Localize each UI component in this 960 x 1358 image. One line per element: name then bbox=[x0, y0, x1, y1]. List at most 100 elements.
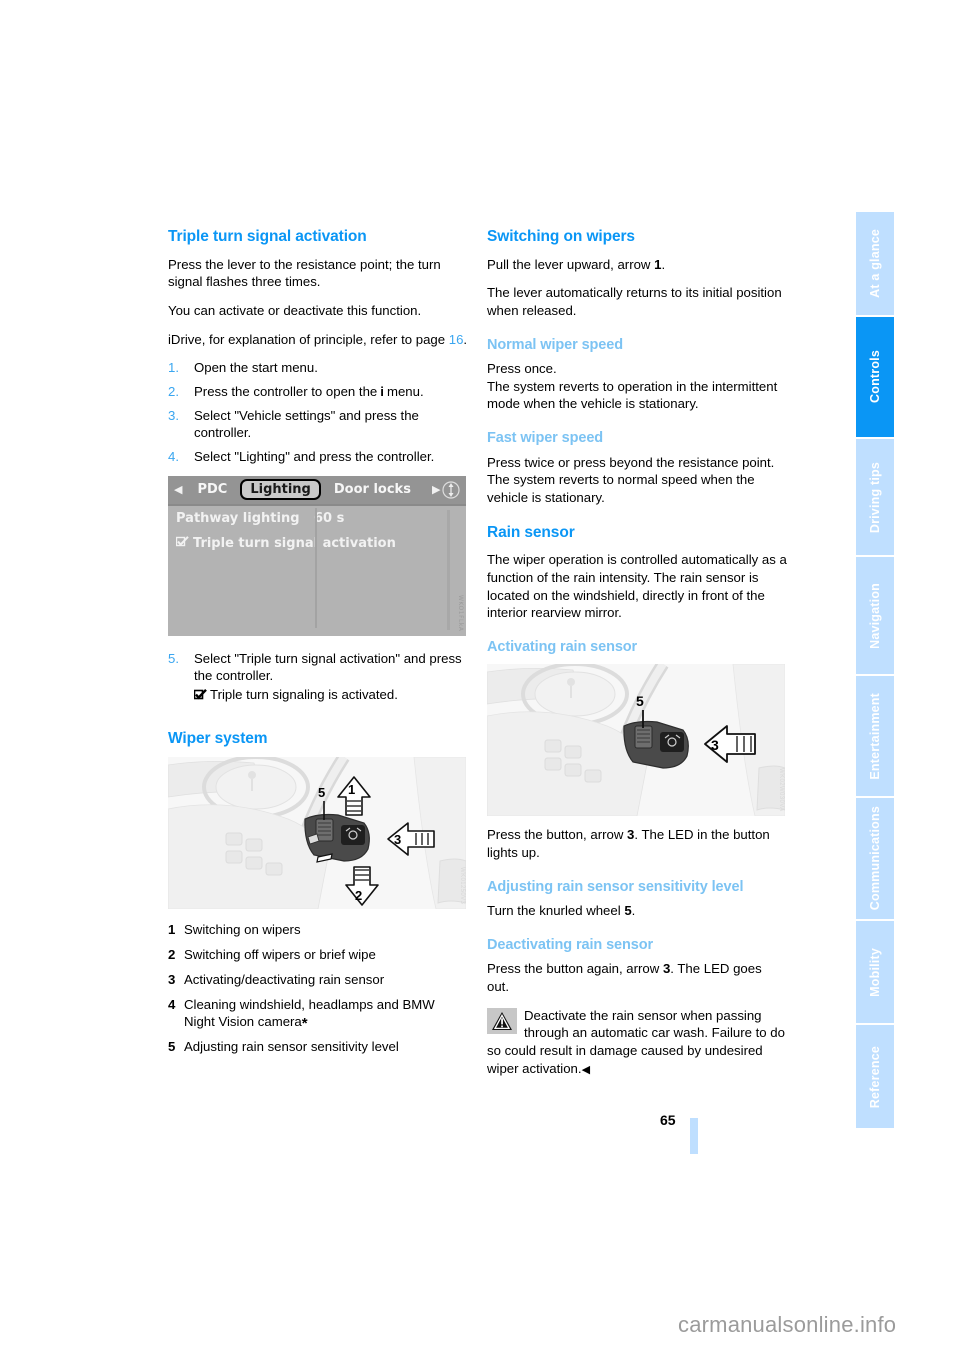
sidebar-tab-navigation[interactable]: Navigation bbox=[856, 557, 894, 674]
paragraph-reverts-normal-speed: The system reverts to normal speed when … bbox=[487, 472, 755, 505]
info-icon: i bbox=[380, 384, 384, 400]
svg-text:1: 1 bbox=[348, 782, 355, 797]
sidebar-tab-label: Reference bbox=[868, 1045, 882, 1108]
site-watermark: carmanualsonline.info bbox=[678, 1312, 897, 1337]
paragraph-activate-deactivate: You can activate or deactivate this func… bbox=[168, 302, 422, 318]
section-heading-deactivating-rain-sensor: Deactivating rain sensor bbox=[487, 936, 654, 953]
paragraph-text-after: . bbox=[631, 903, 636, 919]
idrive-ref-period: . bbox=[463, 331, 468, 347]
idrive-scrollbar-track[interactable] bbox=[447, 509, 450, 630]
paragraph-press-button-again: Press the button again, arrow 3. The LED… bbox=[487, 960, 787, 995]
paragraph-text: Pull the lever upward, arrow bbox=[487, 256, 655, 272]
legend-number: 5 bbox=[168, 1038, 176, 1054]
left-arrow-icon[interactable]: ◀ bbox=[168, 483, 188, 496]
legend-item: 5 Adjusting rain sensor sensitivity leve… bbox=[168, 1038, 468, 1056]
checkbox-checked-icon bbox=[175, 535, 189, 551]
idrive-tab-door-locks[interactable]: Door locks bbox=[325, 482, 420, 497]
step-text: Select "Vehicle settings" and press the … bbox=[194, 407, 419, 441]
svg-text:5: 5 bbox=[636, 693, 644, 709]
idrive-row-pathway-lighting[interactable]: Pathway lighting 60 s bbox=[168, 506, 466, 531]
sidebar-tab-label: Mobility bbox=[868, 947, 882, 997]
idrive-row-value: 60 s bbox=[314, 510, 345, 526]
sidebar-tab-mobility[interactable]: Mobility bbox=[856, 920, 894, 1024]
idrive-menu-bar: ◀ PDC Lighting Door locks ▶ bbox=[168, 475, 466, 506]
paragraph-text: Turn the knurled wheel bbox=[487, 903, 625, 919]
paragraph-pull-lever: Pull the lever upward, arrow 1. bbox=[487, 256, 787, 274]
checkbox-checked-icon bbox=[194, 689, 207, 700]
step-result-line: Triple turn signaling is activated. bbox=[194, 686, 468, 704]
left-column: Triple turn signal activation Press the … bbox=[168, 228, 468, 1063]
sidebar-tab-label: Driving tips bbox=[868, 461, 882, 533]
section-heading-fast-wiper-speed: Fast wiper speed bbox=[487, 430, 604, 447]
section-heading-activating-rain-sensor: Activating rain sensor bbox=[487, 638, 638, 655]
step-item-5: 5. Select "Triple turn signal activation"… bbox=[168, 650, 468, 704]
step-item-1: 1. Open the start menu. bbox=[168, 359, 468, 377]
illustration-wiper-stalk-controls: 1 2 3 5 WK01250V3 bbox=[168, 757, 466, 910]
sidebar-tab-controls[interactable]: Controls bbox=[856, 316, 894, 438]
paragraph-intermittent-mode: The system reverts to operation in the i… bbox=[487, 378, 778, 412]
chapter-tab-rail: At a glance Controls Driving tips Naviga… bbox=[856, 212, 894, 1130]
sidebar-tab-entertainment[interactable]: Entertainment bbox=[856, 675, 894, 797]
sidebar-tab-at-a-glance[interactable]: At a glance bbox=[856, 212, 894, 315]
idrive-row-label: Pathway lighting bbox=[176, 510, 300, 526]
paragraph-lever-returns: The lever automatically returns to its i… bbox=[487, 285, 782, 318]
illustration-rain-sensor-button: 3 5 WK02W030VA bbox=[487, 664, 785, 817]
paragraph-text: Press the button, arrow bbox=[487, 827, 628, 843]
sidebar-tab-label: At a glance bbox=[868, 228, 882, 298]
warning-triangle-icon bbox=[487, 1007, 517, 1034]
paragraph-press-once: Press once. bbox=[487, 361, 557, 377]
step-text: Select "Lighting" and press the controll… bbox=[194, 449, 435, 465]
page-reference-link[interactable]: 16 bbox=[449, 332, 464, 347]
illustration-image-id: WK02W030VA bbox=[778, 767, 784, 812]
section-heading-triple-turn-signal: Triple turn signal activation bbox=[168, 228, 367, 245]
step-text: Select "Triple turn signal activation" a… bbox=[194, 650, 462, 684]
svg-text:2: 2 bbox=[355, 888, 362, 903]
legend-text: Activating/deactivating rain sensor bbox=[184, 971, 385, 987]
sidebar-tab-communications[interactable]: Communications bbox=[856, 798, 894, 919]
svg-text:5: 5 bbox=[318, 785, 325, 800]
step-item-2: 2. Press the controller to open the i menu. bbox=[168, 383, 468, 401]
paragraph-rain-sensor-description: The wiper operation is controlled automa… bbox=[487, 552, 787, 621]
illustration-legend-list: 1 Switching on wipers 2 Switching off wi… bbox=[168, 921, 468, 1055]
step-item-4: 4. Select "Lighting" and press the contro… bbox=[168, 448, 468, 466]
paragraph-text: Press the button again, arrow bbox=[487, 961, 663, 977]
sidebar-tab-label: Controls bbox=[868, 350, 882, 404]
section-heading-normal-wiper-speed: Normal wiper speed bbox=[487, 336, 623, 353]
paragraph-press-twice: Press twice or press beyond the resistan… bbox=[487, 454, 775, 470]
step-number: 3. bbox=[168, 407, 179, 423]
section-end-mark: ◀ bbox=[581, 1063, 591, 1076]
sidebar-tab-label: Communications bbox=[868, 806, 882, 911]
warning-text: Deactivate the rain sensor when passing … bbox=[487, 1007, 785, 1076]
section-heading-rain-sensor: Rain sensor bbox=[487, 523, 575, 541]
right-column: Switching on wipers Pull the lever upwar… bbox=[487, 228, 787, 1077]
step-item-3: 3. Select "Vehicle settings" and press th… bbox=[168, 407, 468, 442]
step-number: 2. bbox=[168, 384, 179, 400]
paragraph-turn-knurled-wheel: Turn the knurled wheel 5. bbox=[487, 902, 787, 920]
step-result-text: Triple turn signaling is activated. bbox=[210, 687, 398, 703]
scroll-updown-icon[interactable] bbox=[440, 479, 462, 501]
legend-item: 1 Switching on wipers bbox=[168, 921, 468, 939]
step-number: 4. bbox=[168, 449, 179, 465]
legend-text: Switching off wipers or brief wipe bbox=[184, 947, 376, 963]
manual-page: At a glance Controls Driving tips Naviga… bbox=[0, 0, 960, 1358]
paragraph-idrive-reference: iDrive, for explanation of principle, re… bbox=[168, 331, 468, 349]
idrive-tab-pdc[interactable]: PDC bbox=[188, 482, 236, 497]
footnote-asterisk: * bbox=[301, 1015, 308, 1033]
svg-text:3: 3 bbox=[711, 737, 719, 753]
idrive-tab-lighting-selected[interactable]: Lighting bbox=[240, 479, 321, 501]
arrow-number-bold: 5 bbox=[624, 903, 632, 919]
paragraph-resistance-point: Press the lever to the resistance point;… bbox=[168, 256, 441, 290]
section-heading-switching-on-wipers: Switching on wipers bbox=[487, 228, 635, 245]
page-number: 65 bbox=[660, 1112, 676, 1128]
sidebar-tab-reference[interactable]: Reference bbox=[856, 1025, 894, 1128]
sidebar-tab-driving-tips[interactable]: Driving tips bbox=[856, 439, 894, 556]
step-text-after: menu. bbox=[386, 384, 424, 400]
idrive-screenshot: ◀ PDC Lighting Door locks ▶ Pathway ligh… bbox=[168, 475, 466, 636]
procedure-steps-list: 1. Open the start menu. 2. Press the contr… bbox=[168, 359, 468, 465]
step-text: Press the controller to open the bbox=[194, 384, 378, 400]
page-number-bar bbox=[690, 1118, 698, 1154]
legend-number: 1 bbox=[168, 922, 176, 938]
idrive-image-id: WKO1FLkA bbox=[457, 595, 464, 632]
legend-item: 4 Cleaning windshield, headlamps and BMW… bbox=[168, 996, 468, 1033]
idrive-row-triple-turn-signal[interactable]: Triple turn signal activation bbox=[168, 531, 466, 556]
